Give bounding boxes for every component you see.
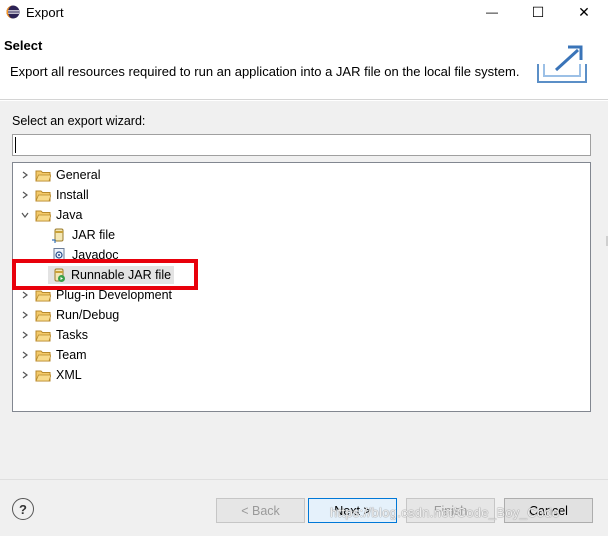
minimize-icon: —	[486, 5, 498, 19]
help-button[interactable]: ?	[12, 498, 34, 520]
minimize-button[interactable]: —	[469, 0, 515, 24]
folder-icon	[35, 330, 51, 341]
tree-item-tasks[interactable]: Tasks	[13, 325, 590, 345]
maximize-icon: ☐	[531, 3, 545, 20]
chevron-right-icon[interactable]	[19, 309, 31, 321]
title-bar: Export — ☐ ✕	[0, 0, 608, 24]
tree-item-xml[interactable]: XML	[13, 365, 590, 385]
page-description: Export all resources required to run an …	[10, 64, 520, 79]
tree-item-label: Run/Debug	[56, 308, 120, 322]
help-icon: ?	[19, 501, 27, 517]
folder-icon	[35, 310, 51, 321]
wizard-label: Select an export wizard:	[12, 114, 146, 128]
folder-icon	[35, 370, 51, 381]
eclipse-icon	[6, 5, 20, 19]
text-caret	[15, 137, 16, 153]
wizard-header: Select Export all resources required to …	[0, 24, 608, 100]
chevron-right-icon[interactable]	[19, 329, 31, 341]
folder-icon	[35, 190, 51, 201]
export-wizard-icon	[537, 45, 587, 83]
tree-item-label: General	[56, 168, 101, 182]
chevron-right-icon[interactable]	[19, 189, 31, 201]
filter-input[interactable]	[12, 134, 591, 156]
tree-item-label: Plug-in Development	[56, 288, 173, 302]
tree-item-label: JAR file	[72, 228, 116, 242]
tree-item-install[interactable]: Install	[13, 185, 590, 205]
folder-open-icon	[35, 210, 51, 221]
chevron-right-icon[interactable]	[19, 369, 31, 381]
highlight-box	[12, 259, 198, 290]
folder-icon	[35, 170, 51, 181]
jar-file-icon	[52, 228, 64, 243]
tree-item-team[interactable]: Team	[13, 345, 590, 365]
close-icon: ✕	[578, 3, 590, 20]
tree-item-jar-file[interactable]: JAR file	[13, 225, 590, 245]
chevron-right-icon[interactable]	[19, 169, 31, 181]
watermark-text: https://blog.csdn.net/Code_Boy_Code	[330, 505, 560, 520]
tree-item-run-debug[interactable]: Run/Debug	[13, 305, 590, 325]
tree-item-label: Team	[56, 348, 87, 362]
chevron-down-icon[interactable]	[19, 209, 31, 221]
tree-item-label: Tasks	[56, 328, 88, 342]
tree-item-general[interactable]: General	[13, 165, 590, 185]
tree-item-label: Java	[56, 208, 83, 222]
folder-icon	[35, 350, 51, 361]
maximize-button[interactable]: ☐	[515, 0, 561, 24]
tree-item-label: Install	[56, 188, 89, 202]
wizard-body: Select an export wizard: General Install…	[0, 101, 608, 479]
folder-icon	[35, 290, 51, 301]
tree-item-java[interactable]: Java	[13, 205, 590, 225]
chevron-right-icon[interactable]	[19, 289, 31, 301]
tree-item-label: XML	[56, 368, 82, 382]
window-title: Export	[26, 5, 64, 20]
chevron-right-icon[interactable]	[19, 349, 31, 361]
back-button[interactable]: < Back	[216, 498, 305, 523]
page-title: Select	[4, 38, 43, 53]
close-button[interactable]: ✕	[561, 0, 607, 24]
